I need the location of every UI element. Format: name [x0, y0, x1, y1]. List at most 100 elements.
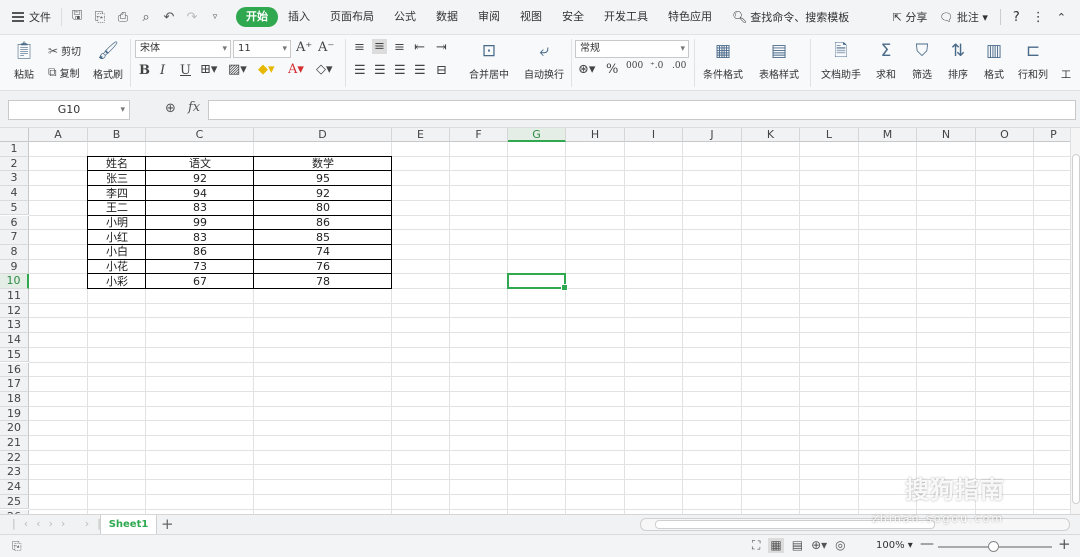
tab-developer[interactable]: 开发工具	[594, 7, 658, 27]
row-header-11[interactable]: 11	[0, 289, 29, 304]
font-name-select[interactable]: 宋体	[135, 40, 231, 58]
customize-chevron-icon[interactable]: ▿	[208, 12, 222, 22]
justify-icon[interactable]: ☰	[414, 63, 426, 78]
align-right-icon[interactable]: ☰	[394, 63, 406, 78]
tab-data[interactable]: 数据	[426, 7, 468, 27]
sort-button[interactable]: ⇅ 排序	[942, 39, 974, 81]
merge-center-button[interactable]: ⊡ 合并居中	[462, 39, 516, 81]
cut-button[interactable]: ✂ 剪切	[48, 43, 81, 59]
zoom-slider-knob[interactable]	[988, 541, 999, 552]
format-button[interactable]: ▥ 格式	[978, 39, 1010, 81]
selected-cell[interactable]	[507, 273, 568, 291]
sum-button[interactable]: Σ 求和	[870, 39, 902, 81]
name-box[interactable]: G10	[8, 100, 130, 120]
more-icon[interactable]: ⋮	[1032, 10, 1045, 25]
column-header-b[interactable]: B	[88, 128, 146, 142]
print-preview-icon[interactable]: ⌕	[139, 10, 153, 25]
row-header-18[interactable]: 18	[0, 391, 29, 407]
redo-icon[interactable]: ↷	[185, 10, 199, 25]
command-search[interactable]: 🔍︎ 查找命令、搜索模板	[732, 9, 849, 25]
currency-icon[interactable]: ⊛▾	[578, 62, 595, 77]
normal-view-icon[interactable]: ▦	[768, 538, 784, 553]
paste-button[interactable]: 📋︎ 粘贴	[10, 39, 38, 81]
column-header-e[interactable]: E	[392, 128, 450, 142]
column-header-o[interactable]: O	[976, 128, 1034, 142]
clear-format-icon[interactable]: ◇▾	[316, 62, 333, 77]
column-header-d[interactable]: D	[254, 128, 392, 142]
row-header-4[interactable]: 4	[0, 186, 29, 201]
decrease-indent-icon[interactable]: ⇤	[414, 40, 425, 55]
row-header-3[interactable]: 3	[0, 171, 29, 187]
row-header-17[interactable]: 17	[0, 377, 29, 392]
thousands-icon[interactable]: 000	[626, 61, 643, 71]
column-header-l[interactable]: L	[800, 128, 859, 142]
horizontal-scrollbar[interactable]	[640, 518, 1070, 531]
vertical-scroll-thumb[interactable]	[1072, 154, 1080, 504]
zoom-lookup-icon[interactable]: ⊕	[165, 101, 176, 116]
increase-decimal-icon[interactable]: ⁺.0	[650, 61, 663, 71]
sheet-tab-sheet1[interactable]: Sheet1	[100, 515, 157, 534]
tab-view[interactable]: 视图	[510, 7, 552, 27]
fx-icon[interactable]: fx	[188, 100, 200, 115]
share-button[interactable]: ⇱ 分享	[893, 9, 928, 25]
conditional-format-button[interactable]: ▦ 条件格式	[698, 39, 748, 81]
cell-fill-icon[interactable]: ▨▾	[228, 62, 247, 77]
save-as-icon[interactable]: ⎘	[93, 10, 107, 25]
increase-font-icon[interactable]: A⁺	[296, 40, 312, 55]
table-style-button[interactable]: ▤ 表格样式	[754, 39, 804, 81]
print-icon[interactable]: ⎙	[116, 10, 130, 25]
percent-icon[interactable]: %	[606, 62, 618, 77]
align-middle-icon[interactable]: ≡	[372, 39, 387, 54]
align-left-icon[interactable]: ☰	[354, 63, 366, 78]
row-header-12[interactable]: 12	[0, 303, 29, 319]
tab-home[interactable]: 开始	[236, 7, 278, 27]
tab-special[interactable]: 特色应用	[658, 7, 722, 27]
fill-color-icon[interactable]: ◆▾	[258, 62, 275, 77]
filter-button[interactable]: ⛉ 筛选	[906, 39, 938, 81]
align-center-icon[interactable]: ☰	[374, 63, 386, 78]
save-icon[interactable]: 🖫	[70, 6, 84, 28]
column-header-h[interactable]: H	[566, 128, 625, 142]
row-header-21[interactable]: 21	[0, 436, 29, 451]
column-header-n[interactable]: N	[917, 128, 976, 142]
tab-insert[interactable]: 插入	[278, 7, 320, 27]
fullscreen-icon[interactable]: ⛶	[752, 538, 760, 553]
formula-input[interactable]	[208, 100, 1076, 120]
sheet-nav-arrows-icon[interactable]: |‹‹›› ›|	[12, 517, 109, 530]
align-bottom-icon[interactable]: ≡	[394, 40, 405, 55]
column-header-g[interactable]: G	[508, 128, 566, 142]
add-sheet-icon[interactable]: +	[161, 515, 174, 534]
italic-icon[interactable]: I	[160, 63, 165, 78]
column-header-p[interactable]: P	[1034, 128, 1070, 142]
column-header-k[interactable]: K	[742, 128, 800, 142]
undo-icon[interactable]: ↶	[162, 10, 176, 25]
worksheet-button[interactable]: 工	[1058, 39, 1074, 81]
page-break-view-icon[interactable]: ⊕▾	[811, 538, 827, 553]
select-all-corner[interactable]	[0, 128, 29, 142]
border-icon[interactable]: ⊞▾	[200, 62, 217, 77]
row-header-5[interactable]: 5	[0, 200, 29, 216]
column-header-i[interactable]: I	[625, 128, 683, 142]
format-painter-button[interactable]: 🖌︎ 格式刷	[90, 39, 126, 81]
doc-assistant-button[interactable]: 🗎︎ 文档助手	[818, 39, 864, 81]
column-header-f[interactable]: F	[450, 128, 508, 142]
row-header-7[interactable]: 7	[0, 230, 29, 245]
file-menu-button[interactable]: 文件	[0, 0, 61, 34]
font-size-select[interactable]: 11	[233, 40, 291, 58]
row-header-20[interactable]: 20	[0, 421, 29, 436]
decrease-font-icon[interactable]: A⁻	[318, 40, 334, 55]
wrap-text-button[interactable]: ⤶ 自动换行	[520, 39, 568, 81]
row-header-23[interactable]: 23	[0, 465, 29, 481]
row-header-10[interactable]: 10	[0, 274, 29, 289]
bold-icon[interactable]: B	[139, 63, 150, 78]
collapse-ribbon-icon[interactable]: ⌃	[1057, 11, 1066, 24]
row-header-6[interactable]: 6	[0, 215, 29, 231]
spreadsheet-grid[interactable]: A B C D E F G H I J K L M N O P 1 2 3 4 5 6 7 8 9 10 11 12 13 14 15 16 1…	[0, 128, 1070, 514]
column-header-a[interactable]: A	[29, 128, 88, 142]
increase-indent-icon[interactable]: ⇥	[436, 40, 447, 55]
row-header-15[interactable]: 15	[0, 347, 29, 363]
distributed-icon[interactable]: ⊟	[436, 63, 447, 78]
row-header-16[interactable]: 16	[0, 362, 29, 378]
align-top-icon[interactable]: ≡	[354, 40, 365, 55]
zoom-out-icon[interactable]: —	[920, 536, 934, 552]
